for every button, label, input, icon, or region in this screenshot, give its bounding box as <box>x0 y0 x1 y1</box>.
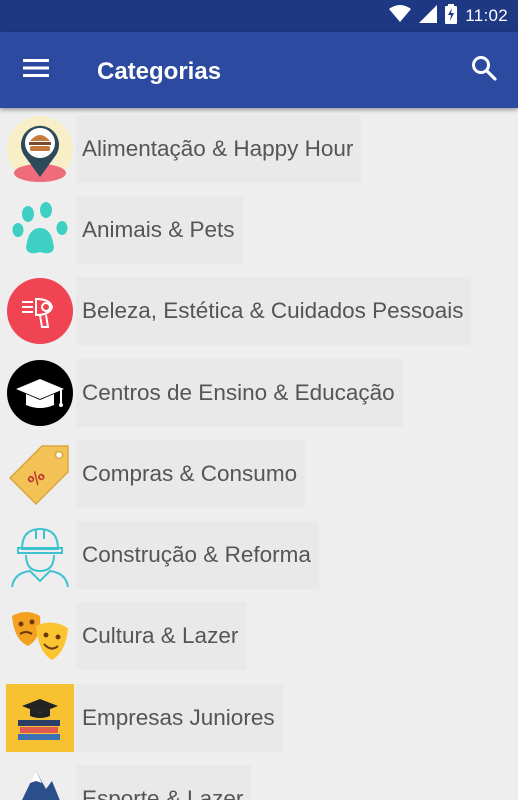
list-item-label-box: Beleza, Estética & Cuidados Pessoais <box>76 277 472 346</box>
list-item[interactable]: Alimentação & Happy Hour <box>0 108 518 189</box>
theater-masks-icon <box>6 602 74 670</box>
list-item[interactable]: Cultura & Lazer <box>0 596 518 677</box>
list-item-label: Centros de Ensino & Educação <box>82 379 395 405</box>
list-item-label-box: Esporte & Lazer <box>76 765 252 800</box>
list-item-label-box: Cultura & Lazer <box>76 602 247 671</box>
paw-icon <box>6 196 74 264</box>
search-icon <box>471 55 497 86</box>
price-tag-icon: % <box>6 440 74 508</box>
list-item-label: Alimentação & Happy Hour <box>82 135 354 161</box>
list-item[interactable]: Beleza, Estética & Cuidados Pessoais <box>0 271 518 352</box>
list-item-label-box: Construção & Reforma <box>76 521 319 590</box>
list-item[interactable]: Esporte & Lazer <box>0 758 518 800</box>
cellular-signal-icon <box>419 4 438 28</box>
page-title: Categorias <box>97 58 222 85</box>
burger-location-pin-icon <box>6 115 74 183</box>
list-item-label: Compras & Consumo <box>82 460 298 486</box>
wifi-icon <box>389 4 412 28</box>
category-list: Alimentação & Happy Hour Animais & Pets <box>0 108 518 800</box>
list-item[interactable]: Animais & Pets <box>0 189 518 270</box>
status-time: 11:02 <box>465 6 508 25</box>
status-bar: 11:02 <box>0 0 518 32</box>
list-item-label-box: Compras & Consumo <box>76 439 306 508</box>
mountain-icon <box>6 765 74 800</box>
list-item[interactable]: % Compras & Consumo <box>0 433 518 514</box>
list-item-label: Empresas Juniores <box>82 704 275 730</box>
status-icons: 11:02 <box>389 0 508 32</box>
list-item-label: Beleza, Estética & Cuidados Pessoais <box>82 298 464 324</box>
app-bar: Categorias <box>0 32 518 108</box>
search-button[interactable] <box>464 50 504 90</box>
list-item-label: Construção & Reforma <box>82 542 311 568</box>
list-item-label: Esporte & Lazer <box>82 786 244 800</box>
graduation-cap-icon <box>6 359 74 427</box>
list-item[interactable]: Construção & Reforma <box>0 514 518 595</box>
list-item[interactable]: Centros de Ensino & Educação <box>0 352 518 433</box>
list-item-label: Animais & Pets <box>82 216 235 242</box>
construction-worker-icon <box>6 521 74 589</box>
list-item-label-box: Animais & Pets <box>76 195 243 264</box>
menu-button[interactable] <box>14 50 58 90</box>
list-item-label: Cultura & Lazer <box>82 623 239 649</box>
battery-charging-icon <box>445 3 458 29</box>
list-item[interactable]: Empresas Juniores <box>0 677 518 758</box>
books-graduation-icon <box>6 683 74 752</box>
list-item-label-box: Centros de Ensino & Educação <box>76 358 403 427</box>
hair-dryer-icon <box>6 277 74 345</box>
list-item-label-box: Empresas Juniores <box>76 683 283 752</box>
hamburger-menu-icon <box>23 58 49 83</box>
list-item-label-box: Alimentação & Happy Hour <box>76 114 362 183</box>
